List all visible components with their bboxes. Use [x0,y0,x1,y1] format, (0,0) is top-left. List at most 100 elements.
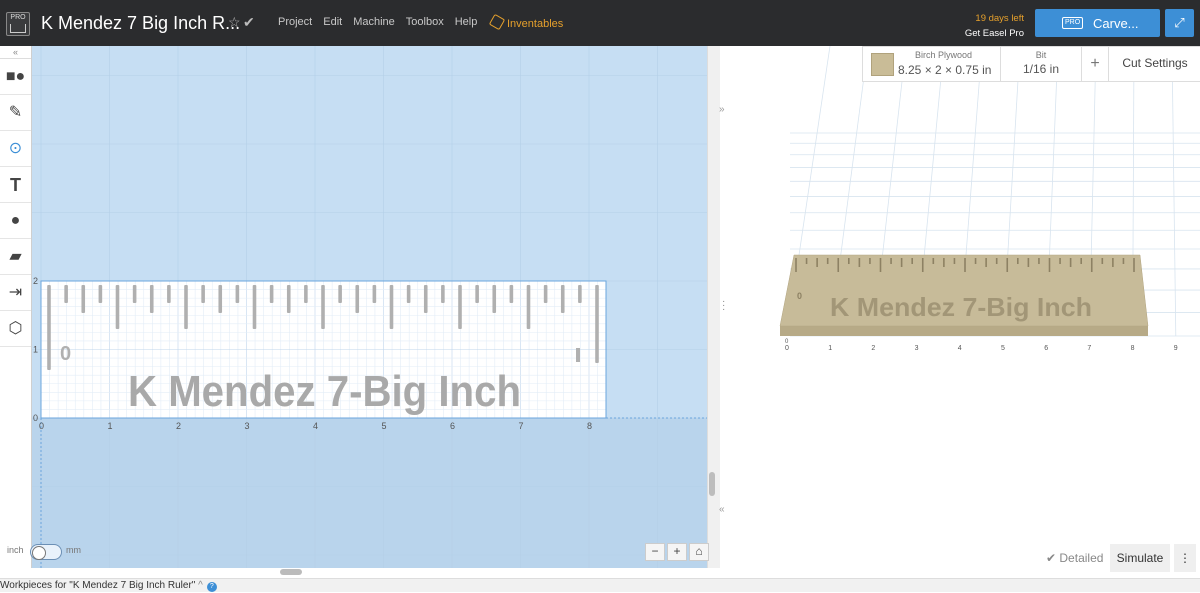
canvas-svg: 0 K Mendez 7-Big Inch 0 1 2 3 4 5 6 7 8 0 1 2 [31,46,708,568]
easel-logo[interactable]: PRO [6,12,30,36]
x-axis-label: 5 [382,421,387,431]
ruler-tick [47,285,51,370]
apple-icon[interactable]: ● [0,204,31,239]
ruler-tick [115,285,120,329]
ruler-tick [167,285,171,303]
x-axis-label: 7 [519,421,524,431]
vertical-scrollbar[interactable] [709,472,715,496]
3d-box-icon[interactable]: ⬡ [0,312,31,347]
zoom-controls: − + ⌂ [645,543,709,561]
preview-panel: 0 K Mendez 7-Big Inch 0 1 2 3 4 5 6 7 8 9 0 [730,46,1200,578]
menu-toolbox[interactable]: Toolbox [406,16,444,28]
ruler-tick [81,285,86,313]
chevron-up-icon: ^ [198,580,203,591]
ruler-tick [132,285,137,303]
ruler-tick [578,285,582,303]
unit-mm-label: mm [66,545,81,555]
ruler-tick [595,285,599,363]
simulate-button[interactable]: Simulate [1110,544,1170,572]
ruler-tick [321,285,325,329]
preview-x-label: 4 [958,345,962,352]
shapes-icon[interactable]: ■● [0,60,31,95]
preview-zero: 0 [797,291,802,301]
project-title[interactable]: K Mendez 7 Big Inch R... [41,13,240,34]
ruler-tick [475,285,479,303]
carve-label: Carve... [1093,16,1139,31]
add-bit-button[interactable]: + [1081,46,1109,82]
ruler-tick [218,285,223,313]
menu-project[interactable]: Project [278,16,312,28]
y-axis-labels: 0 1 2 [33,276,38,423]
point-icon[interactable]: ⊙ [0,132,31,167]
ruler-tick [509,285,514,303]
y-axis-label: 2 [33,276,38,286]
ruler-tick [406,285,411,303]
text-icon[interactable]: T [0,168,31,203]
ruler-tick [64,285,68,303]
drag-handle-icon[interactable]: · · · [722,297,725,315]
x-axis-label: 2 [176,421,181,431]
ruler-tick [149,285,154,313]
horizontal-scrollbar[interactable] [280,569,302,575]
detailed-toggle[interactable]: ✔ Detailed [1046,551,1103,565]
ruler-tick [423,285,428,313]
menu-help[interactable]: Help [455,16,478,28]
x-axis-label: 4 [313,421,318,431]
material-dimensions: 8.25 × 2 × 0.75 in [898,63,992,77]
carve-button[interactable]: PRO Carve... [1035,9,1160,37]
zoom-in-button[interactable]: + [667,543,687,561]
preview-x-label: 0 [785,345,789,352]
ruler-tick [576,348,580,362]
preview-x-label: 7 [1087,345,1091,352]
top-bar: PRO K Mendez 7 Big Inch R... ☆ ✔ Project… [0,0,1200,46]
fullscreen-icon[interactable]: ⤢ [1165,9,1194,37]
material-selector[interactable]: Birch Plywood 8.25 × 2 × 0.75 in [862,46,1002,82]
zoom-out-button[interactable]: − [645,543,665,561]
detailed-label: Detailed [1059,551,1104,565]
unit-inch-label: inch [7,545,24,555]
apps-icon[interactable]: ▰ [0,240,31,275]
trial-info[interactable]: 19 days left Get Easel Pro [958,11,1024,41]
toggle-knob [32,546,46,560]
import-icon[interactable]: ⇥ [0,276,31,311]
preview-ruler-text: K Mendez 7-Big Inch [830,292,1092,322]
ruler-tick [543,285,548,303]
preview-x-label: 5 [1001,345,1005,352]
bit-label: Bit [1035,50,1047,60]
preview-x-label: 6 [1044,345,1048,352]
preview-x-labels: 0 1 2 3 4 5 6 7 8 9 [785,345,1178,352]
y-axis-label: 1 [33,345,38,355]
unit-toggle-switch[interactable] [30,544,62,560]
ruler-tick [201,285,205,303]
ruler-tick [560,285,565,313]
expand-right-icon[interactable]: » [719,104,725,115]
menu-machine[interactable]: Machine [353,16,395,28]
cut-settings-button[interactable]: Cut Settings [1108,46,1200,82]
preview-svg: 0 K Mendez 7-Big Inch 0 1 2 3 4 5 6 7 8 9 0 [779,46,1200,352]
workpieces-bar[interactable]: Workpieces for "K Mendez 7 Big Inch Rule… [0,578,1200,592]
check-icon: ✔ [243,14,255,30]
logo-badge: PRO [10,14,26,21]
block-front-edge [780,326,1148,336]
get-pro-link[interactable]: Get Easel Pro [958,26,1024,41]
ruler-tick [441,285,445,303]
main-menu: Project Edit Machine Toolbox Help [278,16,477,28]
collapse-icon[interactable]: « [0,46,31,59]
expand-left-icon[interactable]: « [719,504,725,515]
preview-x-label: 3 [915,345,919,352]
bit-selector[interactable]: Bit 1/16 in [1000,46,1082,82]
more-options-icon[interactable]: ⋮ [1174,544,1196,572]
inventables-link[interactable]: Inventables [488,13,563,31]
ruler-tick [389,285,394,329]
ruler-tick [338,285,342,303]
trial-days: 19 days left [975,13,1024,24]
star-icon[interactable]: ☆ [228,14,241,31]
check-icon: ✔ [1046,551,1060,565]
home-icon[interactable]: ⌂ [689,543,709,561]
ruler-tick [492,285,497,313]
menu-edit[interactable]: Edit [323,16,342,28]
pen-icon[interactable]: ✎ [0,96,31,131]
design-canvas[interactable]: 0 K Mendez 7-Big Inch 0 1 2 3 4 5 6 7 8 0 1 2 « ■●… [0,46,708,568]
easel-icon [10,24,26,33]
ruler-tick [304,285,308,303]
